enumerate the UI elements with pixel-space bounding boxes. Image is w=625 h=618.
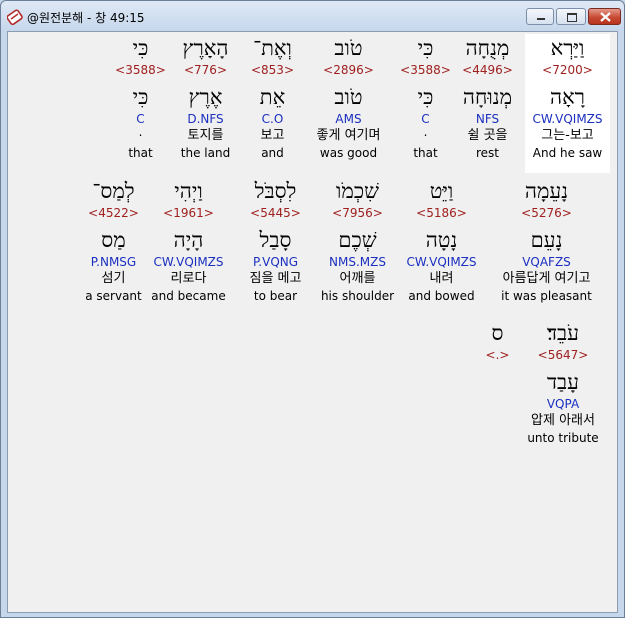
parsing-code: VQAFZS — [522, 255, 571, 269]
english-gloss: that — [413, 146, 438, 160]
strong-number: <3588> — [400, 63, 451, 77]
hebrew-word: נָעֵמָה — [524, 179, 569, 203]
hebrew-lemma: כִּי — [132, 85, 149, 109]
strong-number: <.> — [485, 348, 510, 362]
parsing-code: CW.VQIMZS — [406, 255, 477, 269]
word-cell[interactable]: כִּי <3588> כִּי C . that — [383, 34, 468, 161]
korean-gloss: 섬기 — [101, 271, 126, 286]
parsing-code: VQPA — [546, 397, 580, 411]
word-cell[interactable]: לְמַס־ <4522> מַס P.NMSG 섬기 a servant — [71, 177, 156, 304]
parsing-code: P.NMSG — [90, 255, 137, 269]
parsing-code: P.VQNG — [252, 255, 299, 269]
word-cell[interactable]: ס <.> — [475, 319, 520, 363]
app-icon — [6, 9, 23, 26]
hebrew-word: טֹוב — [334, 36, 363, 60]
strong-number: <7200> — [542, 63, 593, 77]
word-cell[interactable]: וַיַּרְא <7200> רָאָה CW.VQIMZS 그는-보고 An… — [525, 34, 610, 173]
maximize-button[interactable] — [556, 8, 586, 25]
strong-number: <1961> — [163, 206, 214, 220]
word-cell[interactable]: וַיֵּט <5186> נָטָה CW.VQIMZS 내려 and bow… — [399, 177, 484, 304]
english-gloss: was good — [319, 146, 378, 160]
hebrew-word: כִּי — [132, 36, 149, 60]
korean-gloss: 리로다 — [170, 271, 207, 286]
close-button[interactable] — [588, 8, 621, 25]
title-bar[interactable]: @원전분해 - 창 49:15 — [1, 1, 624, 31]
korean-gloss: 짐을 메고 — [249, 271, 302, 286]
hebrew-lemma: סָבַל — [259, 228, 292, 252]
hebrew-word: וַיֵּט — [429, 179, 454, 203]
english-gloss: it was pleasant — [501, 289, 592, 303]
hebrew-lemma: טֹוב — [334, 85, 363, 109]
parsing-code: AMS — [335, 112, 362, 126]
strong-number: <7956> — [332, 206, 383, 220]
korean-gloss: 좋게 여기며 — [316, 128, 381, 143]
minimize-button[interactable] — [526, 8, 554, 25]
hebrew-word: לְמַס־ — [92, 179, 135, 203]
hebrew-word: וַיַּרְא — [550, 36, 585, 60]
window-title: @원전분해 - 창 49:15 — [27, 11, 145, 25]
english-gloss: a servant — [85, 289, 142, 303]
strong-number: <3588> — [115, 63, 166, 77]
korean-gloss: 그는-보고 — [541, 128, 594, 143]
word-cell[interactable]: נָעֵמָה <5276> נָעֵם VQAFZS 아름답게 여기고 it … — [489, 177, 604, 304]
hebrew-word: ס — [491, 321, 504, 345]
korean-gloss: 압제 아래서 — [531, 413, 595, 428]
korean-gloss: 어깨를 — [339, 271, 376, 286]
english-gloss: to bear — [253, 289, 298, 303]
word-cell[interactable]: טֹוב <2896> טֹוב AMS 좋게 여기며 was good — [306, 34, 391, 161]
hebrew-lemma: רָאָה — [550, 85, 585, 109]
english-gloss: and bowed — [408, 289, 475, 303]
parsing-code: CW.VQIMZS — [532, 112, 603, 126]
parsing-code: NMS.MZS — [329, 255, 386, 269]
strong-number: <5647> — [537, 348, 589, 362]
hebrew-word: וַיְהִי — [174, 179, 203, 203]
hebrew-lemma: הָיָה — [173, 228, 204, 252]
app-window: @원전분해 - 창 49:15 וַיַּרְא <7200> רָאָה CW… — [0, 0, 625, 618]
hebrew-word: לִסְבֹּל — [254, 179, 297, 203]
english-gloss: And he saw — [532, 146, 603, 160]
korean-gloss: . — [423, 125, 428, 139]
strong-number: <4522> — [88, 206, 139, 220]
korean-gloss: 아름답게 여기고 — [502, 271, 591, 286]
strong-number: <5186> — [416, 206, 467, 220]
hebrew-lemma: נָעֵם — [530, 228, 563, 252]
word-cell[interactable]: כִּי <3588> כִּי C . that — [98, 34, 183, 161]
parsing-code: CW.VQIMZS — [153, 255, 224, 269]
word-cell[interactable]: לִסְבֹּל <5445> סָבַל P.VQNG 짐을 메고 to be… — [233, 177, 318, 304]
hebrew-lemma: שְׁכֶם — [338, 228, 377, 252]
korean-gloss: . — [138, 125, 143, 139]
hebrew-word: עֹבֵד׃ — [546, 321, 580, 345]
english-gloss: his shoulder — [320, 289, 395, 303]
hebrew-word: כִּי — [417, 36, 434, 60]
hebrew-lemma: נָטָה — [425, 228, 458, 252]
korean-gloss: 내려 — [429, 271, 454, 286]
word-cell[interactable]: שִׁכְמֹו <7956> שְׁכֶם NMS.MZS 어깨를 his s… — [315, 177, 400, 304]
interlinear-view: וַיַּרְא <7200> רָאָה CW.VQIMZS 그는-보고 An… — [7, 31, 618, 613]
word-cell[interactable]: עֹבֵד׃ <5647> עָבַד VQPA 압제 아래서 unto tri… — [513, 319, 613, 446]
hebrew-word: שִׁכְמֹו — [336, 179, 379, 203]
english-gloss: that — [128, 146, 153, 160]
english-gloss: unto tribute — [527, 431, 599, 445]
hebrew-lemma: מַס — [101, 228, 126, 252]
hebrew-lemma: כִּי — [417, 85, 434, 109]
strong-number: <5276> — [521, 206, 572, 220]
strong-number: <5445> — [250, 206, 301, 220]
hebrew-lemma: עָבַד — [546, 370, 580, 394]
word-cell[interactable]: וַיְהִי <1961> הָיָה CW.VQIMZS 리로다 and b… — [146, 177, 231, 304]
english-gloss: and became — [151, 289, 226, 303]
strong-number: <2896> — [323, 63, 374, 77]
